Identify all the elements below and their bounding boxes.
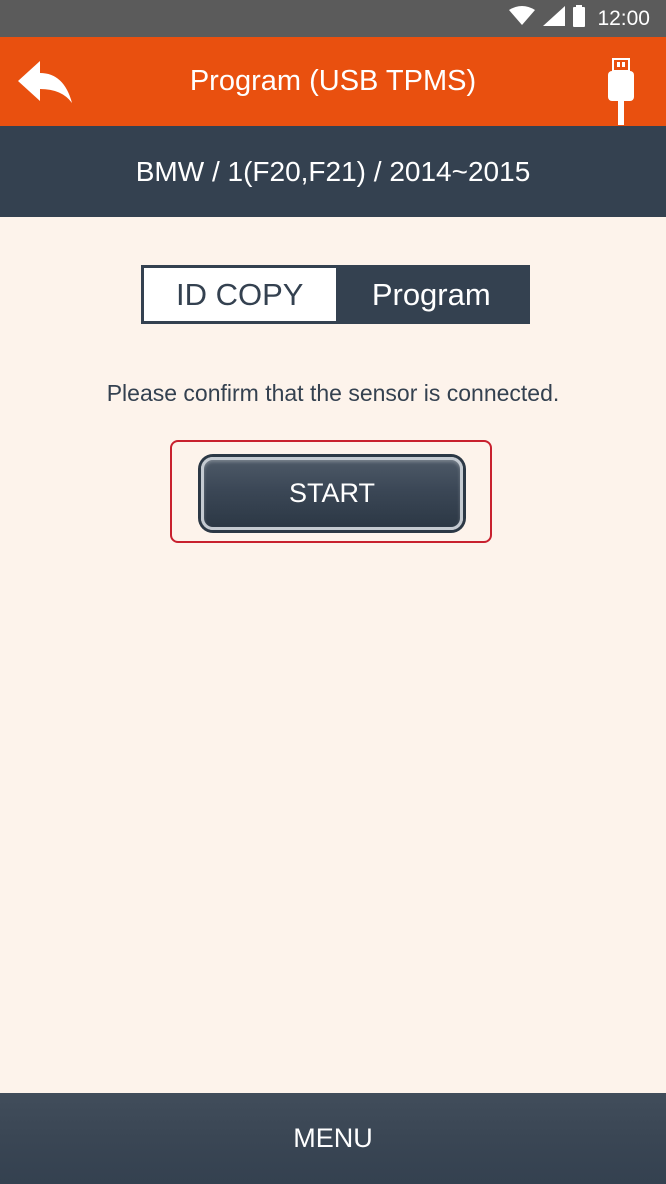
back-arrow-icon <box>16 61 76 111</box>
status-bar: 12:00 <box>0 0 666 37</box>
vehicle-breadcrumb: BMW / 1(F20,F21) / 2014~2015 <box>0 126 666 217</box>
status-time: 12:00 <box>597 6 650 30</box>
menu-label: MENU <box>293 1123 373 1153</box>
page-title: Program (USB TPMS) <box>189 65 477 97</box>
start-button[interactable]: START <box>201 457 463 530</box>
wifi-icon <box>509 5 536 32</box>
tab-id-copy[interactable]: ID COPY <box>144 268 336 321</box>
app-bar: Program (USB TPMS) <box>0 37 666 126</box>
battery-icon <box>573 4 586 33</box>
back-button[interactable] <box>16 59 76 107</box>
menu-button[interactable]: MENU <box>0 1093 666 1184</box>
signal-icon <box>543 5 566 32</box>
usb-plug-icon <box>606 57 636 127</box>
mode-toggle: ID COPY Program <box>141 265 530 324</box>
vehicle-path: BMW / 1(F20,F21) / 2014~2015 <box>135 155 531 187</box>
confirm-message: Please confirm that the sensor is connec… <box>106 380 560 406</box>
tab-program[interactable]: Program <box>335 268 527 321</box>
